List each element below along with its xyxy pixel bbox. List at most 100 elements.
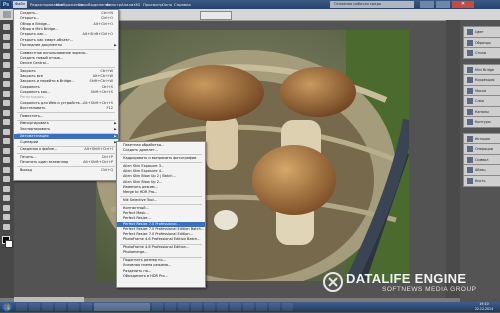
- panel-icon: [467, 50, 473, 56]
- dock-panel-label: Слои: [475, 99, 484, 103]
- taskbar-player-button[interactable]: [217, 303, 228, 311]
- file-menu-item[interactable]: Поместить...: [14, 114, 118, 119]
- taskbar-paint-button[interactable]: [269, 303, 280, 311]
- close-button[interactable]: ✕: [452, 1, 474, 8]
- automate-menu-item[interactable]: Создать дроплет...: [117, 148, 205, 153]
- taskbar-photoshop-button[interactable]: [94, 303, 150, 311]
- pen-tool-icon[interactable]: [3, 157, 10, 163]
- file-menu-item[interactable]: Последние документы ▶: [14, 43, 118, 48]
- eraser-tool-icon[interactable]: [3, 119, 10, 125]
- file-menu-item[interactable]: Восстановить F12: [14, 106, 118, 111]
- watermark-subtitle: SOFTNEWS MEDIA GROUP: [382, 286, 477, 293]
- options-field[interactable]: [200, 11, 232, 20]
- panel-icon: [467, 87, 473, 94]
- taskbar-firefox-button[interactable]: [68, 303, 79, 311]
- taskbar-skype-button[interactable]: [81, 303, 92, 311]
- automate-menu-item[interactable]: Кадрировать и выпрямить фотографии: [117, 156, 205, 161]
- watermark-title: DATALIFE ENGINE: [346, 271, 467, 286]
- brush-tool-icon[interactable]: [3, 90, 10, 97]
- system-clock[interactable]: 19:10 22.12.2014: [470, 302, 498, 312]
- taskbar-ie-button[interactable]: [16, 303, 27, 311]
- menu-item-shortcut: Alt+Shift+Ctrl+I: [84, 147, 113, 152]
- menu-filter[interactable]: Фильтр: [106, 2, 121, 7]
- menu-item-label: Merge to HDR Pro...: [123, 190, 158, 195]
- menu-help[interactable]: Справка: [174, 2, 191, 7]
- taskbar-mail-button[interactable]: [191, 303, 202, 311]
- taskbar-chrome-button[interactable]: [204, 303, 215, 311]
- dock-panel-label: Mini Bridge: [475, 67, 495, 72]
- file-menu-item[interactable]: Сценарии▶: [14, 140, 118, 145]
- watermark: DATALIFE ENGINE SOFTNEWS MEDIA GROUP: [322, 271, 492, 297]
- type-tool-icon[interactable]: [3, 166, 10, 173]
- dock-panel-label: Маски: [475, 88, 487, 93]
- hand-tool-icon[interactable]: [3, 214, 10, 220]
- taskbar-media-button[interactable]: [42, 303, 53, 311]
- panel-icons-strip: [446, 20, 460, 298]
- file-menu-item[interactable]: Экспортировать ▶: [14, 127, 118, 132]
- photoshop-logo-icon: Ps: [1, 0, 11, 9]
- dock-panel-3[interactable]: Стили: [463, 47, 500, 59]
- file-menu-item[interactable]: Device Central...: [14, 61, 118, 66]
- menu-3d[interactable]: 3D: [135, 2, 140, 7]
- automate-submenu: Пакетная обработка... Создать дроплет... К…: [116, 141, 206, 288]
- history-brush-tool-icon[interactable]: [3, 109, 10, 116]
- menu-layers[interactable]: Слои: [78, 2, 88, 7]
- menu-file[interactable]: Файл: [13, 0, 27, 8]
- 3d-orbit-tool-icon[interactable]: [3, 204, 10, 211]
- dodge-tool-icon[interactable]: [3, 147, 10, 154]
- crop-tool-icon[interactable]: [3, 62, 10, 68]
- dock-panel-14[interactable]: Кисть: [463, 174, 500, 187]
- panel-icon: [467, 156, 473, 163]
- menu-item-shortcut: Alt+Shift+Ctrl+P: [83, 160, 113, 165]
- menu-window[interactable]: Окно: [162, 2, 172, 7]
- dock-panel-label: Коррекция: [475, 78, 495, 82]
- blur-tool-icon[interactable]: [3, 138, 10, 144]
- tool-preset-icon[interactable]: [3, 11, 11, 18]
- menu-item-label: Поместить...: [20, 113, 44, 118]
- move-tool-icon[interactable]: [3, 24, 10, 30]
- taskbar-browser-button[interactable]: [230, 303, 241, 311]
- quick-select-tool-icon[interactable]: [3, 52, 10, 59]
- shape-tool-icon[interactable]: [3, 185, 10, 192]
- menu-analysis[interactable]: Анализ: [121, 2, 135, 7]
- dock-panel-label: Каналы: [475, 109, 489, 114]
- taskbar-calc-button[interactable]: [256, 303, 267, 311]
- marquee-tool-icon[interactable]: [3, 33, 10, 40]
- dock-panel-9[interactable]: Контуры: [463, 116, 500, 128]
- dock-panel-label: Образцы: [475, 40, 491, 45]
- automate-menu-item[interactable]: Nik Selective Tool...: [117, 198, 205, 203]
- 3d-rotate-tool-icon[interactable]: [3, 195, 10, 201]
- maximize-button[interactable]: [436, 1, 450, 8]
- automate-menu-item[interactable]: Photomerge...: [117, 250, 205, 255]
- taskbar-printer-button[interactable]: [282, 303, 293, 311]
- background-color-swatch[interactable]: [5, 240, 13, 248]
- taskbar-notepad-button[interactable]: [243, 303, 254, 311]
- path-select-tool-icon[interactable]: [3, 176, 10, 182]
- file-menu-item[interactable]: Сведения о файле... Alt+Shift+Ctrl+I: [14, 147, 118, 152]
- dock-panel-label: История: [475, 136, 490, 141]
- automate-menu-item[interactable]: PhotoFrame 4.6 Professional Edition Batc…: [117, 237, 205, 242]
- automate-menu-item[interactable]: Merge to HDR Pro...: [117, 190, 205, 195]
- menu-item-label: Экспортировать: [20, 126, 51, 131]
- menu-item-label: Nik Selective Tool...: [123, 197, 157, 202]
- taskbar-folder-button[interactable]: [165, 303, 176, 311]
- menu-view[interactable]: Просмотр: [143, 2, 163, 7]
- gradient-tool-icon[interactable]: [3, 128, 10, 135]
- file-menu-item[interactable]: Печатать один экземпляр Alt+Shift+Ctrl+P: [14, 160, 118, 165]
- clock-date: 22.12.2014: [474, 306, 494, 311]
- lasso-tool-icon[interactable]: [3, 43, 10, 49]
- start-button[interactable]: [1, 302, 13, 312]
- file-menu-item[interactable]: Выход Ctrl+Q: [14, 168, 118, 173]
- taskbar-torrent-button[interactable]: [178, 303, 189, 311]
- taskbar-opera-button[interactable]: [55, 303, 66, 311]
- automate-menu-item[interactable]: Объединить в HDR Pro...: [117, 274, 205, 279]
- eyedropper-tool-icon[interactable]: [3, 71, 10, 78]
- minimize-button[interactable]: [420, 1, 434, 8]
- zoom-tool-icon[interactable]: [3, 223, 10, 230]
- file-menu: Создать... Ctrl+N Открыть... Ctrl+O Обзор в …: [13, 9, 119, 181]
- taskbar-word-button[interactable]: [152, 303, 163, 311]
- taskbar-explorer-button[interactable]: [29, 303, 40, 311]
- clone-stamp-tool-icon[interactable]: [3, 100, 10, 106]
- healing-tool-icon[interactable]: [3, 81, 10, 87]
- panel-icon: [467, 177, 473, 184]
